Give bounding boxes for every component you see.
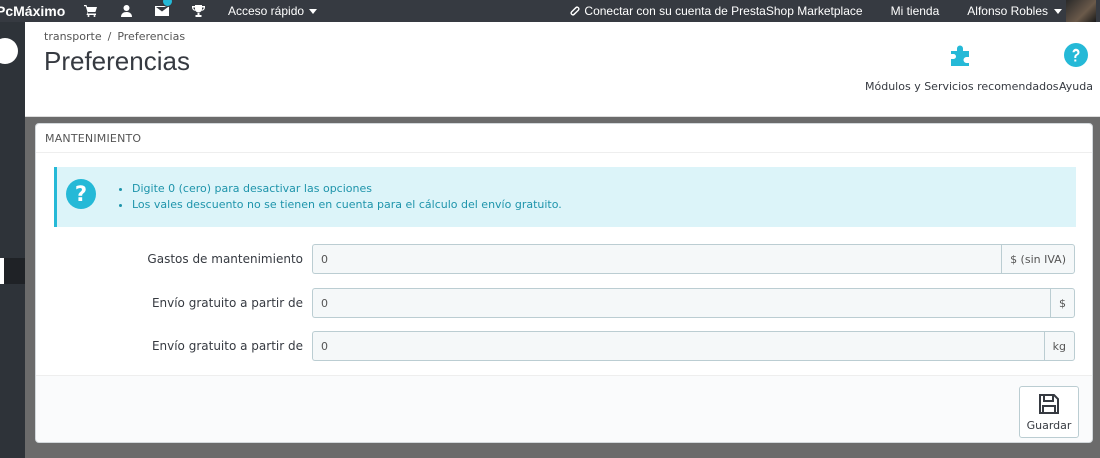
my-store-link[interactable]: Mi tienda [891, 4, 940, 18]
floppy-disk-icon [1039, 393, 1059, 414]
sidebar-toggle-button[interactable] [0, 38, 18, 64]
save-button[interactable]: Guardar [1019, 386, 1079, 438]
top-navbar: PcMáximo Acceso rápido Conectar con su c… [0, 0, 1100, 22]
save-label: Guardar [1026, 418, 1072, 432]
info-item: Digite 0 (cero) para desactivar las opci… [132, 181, 562, 197]
info-item: Los vales descuento no se tienen en cuen… [132, 197, 562, 213]
breadcrumb: transporte / Preferencias [44, 30, 185, 43]
free-shipping-weight-group: kg [312, 331, 1075, 361]
recommended-modules-button[interactable]: Módulos y Servicios recomendados [865, 42, 1059, 93]
trophy-icon[interactable] [180, 0, 216, 22]
free-shipping-price-label: Envío gratuito a partir de [151, 296, 303, 310]
breadcrumb-current: Preferencias [117, 30, 186, 43]
help-icon [1063, 42, 1088, 68]
cart-icon[interactable] [72, 0, 108, 22]
panel-footer: Guardar [36, 375, 1092, 442]
free-shipping-weight-label: Envío gratuito a partir de [151, 339, 303, 353]
free-shipping-price-group: $ [312, 288, 1075, 318]
question-icon: ? [66, 179, 96, 209]
breadcrumb-separator: / [107, 30, 112, 43]
form-row-free-shipping-price: Envío gratuito a partir de $ [36, 288, 1094, 318]
form-row-free-shipping-weight: Envío gratuito a partir de kg [36, 331, 1094, 361]
handling-fees-group: $ (sin IVA) [312, 244, 1075, 274]
handling-fees-suffix: $ (sin IVA) [1001, 244, 1075, 274]
help-label: Ayuda [1059, 80, 1093, 93]
handling-fees-input[interactable] [312, 244, 1002, 274]
sidebar-item-active[interactable] [0, 258, 25, 284]
quick-access-dropdown[interactable]: Acceso rápido [228, 4, 318, 18]
maintenance-panel: MANTENIMIENTO ? Digite 0 (cero) para des… [35, 123, 1093, 443]
help-button[interactable]: Ayuda [1059, 42, 1093, 93]
notification-badge [162, 0, 173, 7]
user-menu[interactable]: Alfonso Robles [967, 0, 1096, 22]
form-row-handling-fees: Gastos de mantenimiento $ (sin IVA) [36, 244, 1094, 274]
page-title: Preferencias [44, 46, 190, 76]
free-shipping-weight-suffix: kg [1043, 331, 1075, 361]
quick-access-label: Acceso rápido [228, 4, 305, 18]
link-icon [570, 6, 580, 16]
page-header: transporte / Preferencias Preferencias M… [25, 22, 1100, 117]
free-shipping-price-input[interactable] [312, 288, 1050, 318]
marketplace-connect-link[interactable]: Conectar con su cuenta de PrestaShop Mar… [569, 4, 863, 18]
avatar[interactable] [1066, 0, 1096, 22]
recommended-modules-label: Módulos y Servicios recomendados [865, 80, 1059, 93]
breadcrumb-parent[interactable]: transporte [44, 30, 102, 43]
caret-down-icon [1054, 8, 1062, 14]
panel-heading: MANTENIMIENTO [36, 124, 1092, 153]
brand-logo[interactable]: PcMáximo [0, 3, 72, 19]
free-shipping-weight-input[interactable] [312, 331, 1044, 361]
sidebar [0, 22, 25, 458]
free-shipping-price-suffix: $ [1050, 288, 1075, 318]
user-icon[interactable] [108, 0, 144, 22]
info-list: Digite 0 (cero) para desactivar las opci… [127, 181, 562, 213]
user-name: Alfonso Robles [967, 4, 1048, 18]
puzzle-icon [949, 42, 975, 68]
envelope-icon[interactable] [144, 0, 180, 22]
info-alert: ? Digite 0 (cero) para desactivar las op… [54, 167, 1076, 227]
handling-fees-label: Gastos de mantenimiento [147, 252, 303, 266]
caret-down-icon [309, 8, 318, 14]
